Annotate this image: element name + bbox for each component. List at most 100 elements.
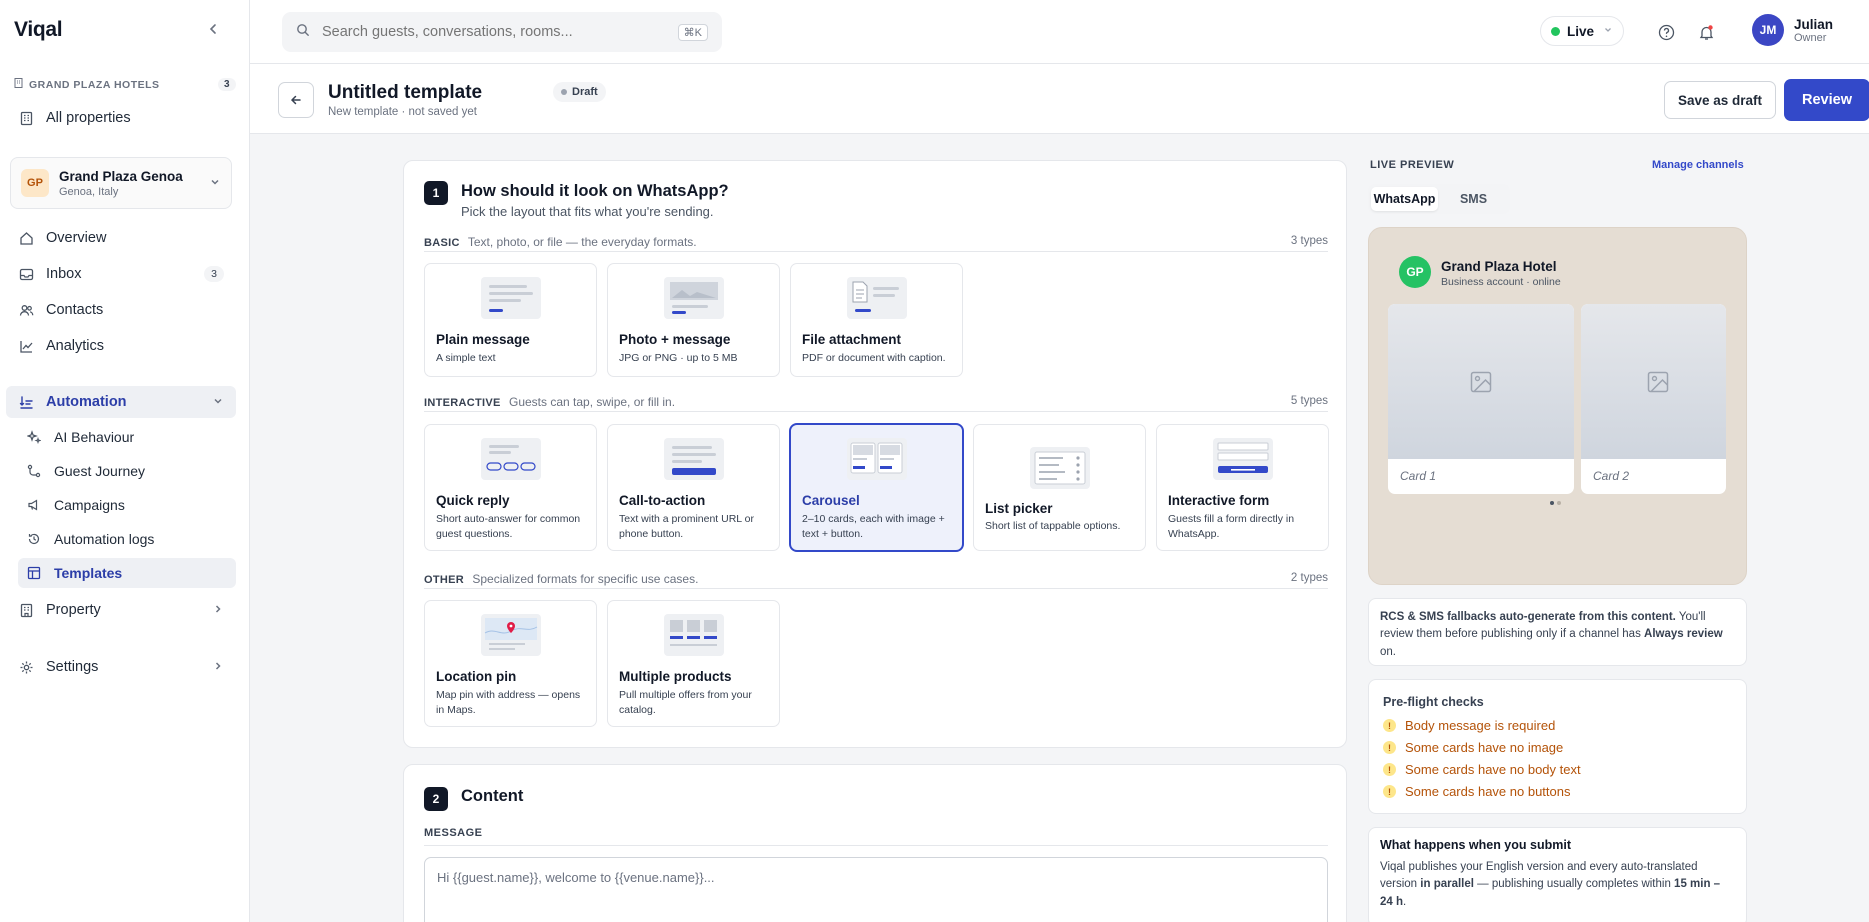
manage-channels-link[interactable]: Manage channels — [1652, 159, 1744, 171]
group-count: 2 types — [1290, 572, 1328, 584]
page-subtitle: New template · not saved yet — [328, 106, 477, 118]
sparkle-icon — [26, 429, 42, 445]
status-badge: Draft — [553, 82, 606, 102]
chevron-right-icon — [212, 603, 224, 618]
type-name: List picker — [985, 501, 1053, 516]
bell-icon[interactable] — [1696, 22, 1716, 42]
nav-overview-label: Overview — [46, 230, 107, 246]
carousel-card[interactable]: Card 1 — [1388, 304, 1574, 494]
preflight-item: ! Some cards have no buttons — [1383, 784, 1571, 799]
tab-sms[interactable]: SMS — [1440, 187, 1507, 211]
type-list-picker[interactable]: List picker Short list of tappable optio… — [973, 424, 1146, 551]
chevron-down-icon — [209, 175, 221, 191]
business-status: Business account · online — [1441, 276, 1561, 288]
cta-thumbnail — [664, 438, 724, 480]
group-basic: BASIC Text, photo, or file — the everyda… — [424, 235, 1328, 252]
nav-contacts[interactable]: Contacts — [6, 294, 236, 326]
carousel-card[interactable]: Card 2 — [1581, 304, 1726, 494]
sidebar: Viqal GRAND PLAZA HOTELS 3 All propertie… — [0, 0, 250, 922]
preflight-title: Pre-flight checks — [1383, 695, 1484, 709]
app-logo: Viqal — [14, 18, 63, 41]
type-quick-reply[interactable]: Quick reply Short auto-answer for common… — [424, 424, 597, 551]
chevron-down-icon — [1603, 25, 1613, 38]
step-title: Content — [461, 787, 524, 805]
property-avatar: GP — [21, 169, 49, 197]
message-textarea[interactable]: Hi {{guest.name}}, welcome to {{venue.na… — [424, 857, 1328, 922]
user-menu[interactable]: JM Julian Owner — [1752, 14, 1833, 46]
nav-inbox[interactable]: Inbox 3 — [6, 258, 236, 290]
nav-automation-label: Automation — [46, 394, 127, 410]
type-name: Location pin — [436, 669, 517, 684]
group-other: OTHER Specialized formats for specific u… — [424, 572, 1328, 589]
live-status-dropdown[interactable]: Live — [1540, 16, 1624, 46]
card-label: Card 1 — [1400, 469, 1437, 483]
nav-guest-journey[interactable]: Guest Journey — [18, 456, 236, 486]
type-call-to-action[interactable]: Call-to-action Text with a prominent URL… — [607, 424, 780, 551]
group-desc: Text, photo, or file — the everyday form… — [467, 235, 697, 249]
back-button[interactable] — [278, 82, 314, 118]
nav-automation[interactable]: Automation — [6, 386, 236, 418]
step-title: How should it look on WhatsApp? — [461, 182, 729, 200]
search-bar[interactable]: ⌘K — [282, 12, 722, 52]
nav-analytics[interactable]: Analytics — [6, 330, 236, 362]
building-icon — [18, 110, 34, 126]
type-desc: JPG or PNG · up to 5 MB — [619, 352, 738, 364]
step-number: 1 — [424, 181, 448, 205]
nav-inbox-label: Inbox — [46, 266, 82, 282]
building-icon — [18, 602, 34, 618]
group-interactive: INTERACTIVE Guests can tap, swipe, or fi… — [424, 395, 1328, 412]
nav-templates[interactable]: Templates — [18, 558, 236, 588]
nav-contacts-label: Contacts — [46, 302, 104, 318]
type-interactive-form[interactable]: Interactive form Guests fill a form dire… — [1156, 424, 1329, 551]
page-title[interactable]: Untitled template — [328, 82, 482, 104]
review-button[interactable]: Review — [1784, 79, 1869, 121]
type-name: Call-to-action — [619, 493, 706, 508]
live-preview-label: LIVE PREVIEW — [1370, 159, 1455, 171]
type-desc: Text with a prominent URL or phone butto… — [619, 513, 754, 540]
type-photo-message[interactable]: Photo + message JPG or PNG · up to 5 MB — [607, 263, 780, 377]
nav-settings[interactable]: Settings — [6, 651, 236, 683]
megaphone-icon — [26, 497, 42, 513]
nav-campaigns-label: Campaigns — [54, 497, 125, 513]
map-pin-thumbnail — [481, 614, 541, 656]
type-name: Interactive form — [1168, 493, 1270, 508]
carousel-pagination — [1550, 501, 1561, 505]
type-file-attachment[interactable]: File attachment PDF or document with cap… — [790, 263, 963, 377]
nav-ai-behaviour-label: AI Behaviour — [54, 429, 135, 445]
quick-reply-thumbnail — [481, 438, 541, 480]
nav-ai-behaviour[interactable]: AI Behaviour — [18, 422, 236, 452]
image-icon — [1647, 371, 1668, 392]
list-thumbnail — [1030, 447, 1090, 489]
save-draft-button[interactable]: Save as draft — [1664, 81, 1776, 119]
text-lines-thumbnail — [481, 277, 541, 319]
status-dot — [561, 89, 567, 95]
nav-automation-logs[interactable]: Automation logs — [18, 524, 236, 554]
inbox-icon — [18, 266, 34, 282]
nav-campaigns[interactable]: Campaigns — [18, 490, 236, 520]
nav-property[interactable]: Property — [6, 594, 236, 626]
type-carousel[interactable]: Carousel 2–10 cards, each with image + t… — [790, 424, 963, 551]
collapse-sidebar-icon[interactable] — [206, 22, 220, 41]
type-desc: PDF or document with caption. — [802, 352, 946, 364]
group-name: OTHER — [424, 574, 464, 586]
type-desc: A simple text — [436, 352, 496, 364]
type-name: Quick reply — [436, 493, 510, 508]
property-switcher[interactable]: GP Grand Plaza Genoa Genoa, Italy — [10, 157, 232, 209]
help-icon[interactable] — [1656, 22, 1676, 42]
type-multiple-products[interactable]: Multiple products Pull multiple offers f… — [607, 600, 780, 727]
type-location-pin[interactable]: Location pin Map pin with address — open… — [424, 600, 597, 727]
warning-icon: ! — [1383, 785, 1396, 798]
template-header: Untitled template New template · not sav… — [250, 64, 1869, 134]
type-desc: Pull multiple offers from your catalog. — [619, 689, 752, 716]
tab-whatsapp[interactable]: WhatsApp — [1371, 187, 1438, 211]
document-thumbnail — [847, 277, 907, 319]
type-name: Plain message — [436, 332, 530, 347]
type-plain-message[interactable]: Plain message A simple text — [424, 263, 597, 377]
type-desc: Guests fill a form directly in WhatsApp. — [1168, 513, 1295, 540]
group-count: 3 types — [1290, 235, 1328, 247]
nav-overview[interactable]: Overview — [6, 222, 236, 254]
search-input[interactable] — [322, 24, 666, 40]
all-properties-link[interactable]: All properties — [6, 102, 236, 134]
type-name: Multiple products — [619, 669, 732, 684]
form-thumbnail — [1213, 438, 1273, 480]
